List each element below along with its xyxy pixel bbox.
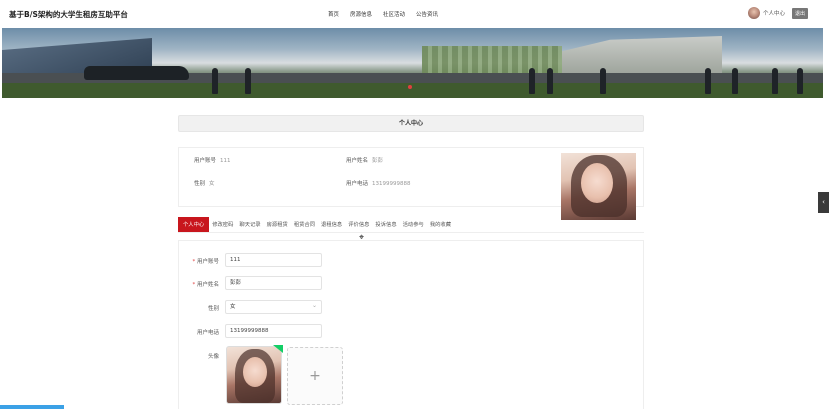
profile-tabs: 个人中心 修改密码 聊天记录 房源租赁 租赁合同 退租信息 评价信息 投诉信息 … xyxy=(178,217,644,233)
banner-grass xyxy=(2,83,823,98)
nav-listings[interactable]: 房源信息 xyxy=(350,10,372,18)
banner-person xyxy=(705,68,711,94)
banner-carousel[interactable] xyxy=(2,28,823,98)
gender-select[interactable]: 女 xyxy=(225,300,322,314)
avatar-preview-face xyxy=(243,357,267,387)
info-account-value: 111 xyxy=(220,158,231,164)
tab-chat-history[interactable]: 聊天记录 xyxy=(236,217,263,232)
banner-person xyxy=(797,68,803,94)
top-navbar: 基于B/S架构的大学生租房互助平台 首页 房源信息 社区活动 公告资讯 个人中心… xyxy=(0,0,829,28)
mouse-cursor-icon: ⌖ xyxy=(359,233,365,243)
gender-field-label: 性别 xyxy=(207,306,219,312)
avatar-field-label: 头像 xyxy=(207,354,219,360)
banner-person xyxy=(529,68,535,94)
account-input[interactable]: 111 xyxy=(225,253,322,267)
avatar[interactable] xyxy=(748,7,760,19)
info-phone-value: 13199999888 xyxy=(372,181,411,187)
tab-favorites[interactable]: 我的收藏 xyxy=(427,217,454,232)
chevron-left-icon[interactable]: ‹ xyxy=(818,192,829,213)
banner-person xyxy=(600,68,606,94)
info-name-label: 用户姓名 xyxy=(346,158,369,164)
avatar-upload-button[interactable]: + xyxy=(287,347,343,405)
user-menu: 个人中心 退出 xyxy=(748,7,809,19)
info-account: 用户账号 111 xyxy=(194,156,231,164)
info-name-value: 彭彭 xyxy=(372,158,384,164)
tab-complaints[interactable]: 投诉信息 xyxy=(372,217,399,232)
loading-strip xyxy=(0,405,64,409)
profile-photo-face xyxy=(581,163,613,203)
name-field-label: * 用户姓名 xyxy=(192,282,219,288)
banner-person xyxy=(732,68,738,94)
main-nav: 首页 房源信息 社区活动 公告资讯 xyxy=(328,10,438,18)
banner-building xyxy=(562,36,722,74)
personal-center-link[interactable]: 个人中心 xyxy=(763,9,785,17)
nav-home[interactable]: 首页 xyxy=(328,10,339,18)
tab-move-out[interactable]: 退租信息 xyxy=(318,217,345,232)
carousel-indicator[interactable] xyxy=(408,85,412,89)
logout-button[interactable]: 退出 xyxy=(792,7,809,19)
site-title[interactable]: 基于B/S架构的大学生租房互助平台 xyxy=(9,9,128,20)
tab-rentals[interactable]: 房源租赁 xyxy=(264,217,291,232)
profile-photo xyxy=(561,153,636,220)
account-field-label: * 用户账号 xyxy=(192,259,219,265)
banner-person xyxy=(772,68,778,94)
phone-input[interactable]: 13199999888 xyxy=(225,324,322,338)
tab-reviews[interactable]: 评价信息 xyxy=(345,217,372,232)
info-gender-value: 女 xyxy=(209,181,215,187)
banner-building xyxy=(422,46,562,76)
tab-change-password[interactable]: 修改密码 xyxy=(209,217,236,232)
info-phone-label: 用户电话 xyxy=(346,181,369,187)
nav-news[interactable]: 公告资讯 xyxy=(416,10,438,18)
info-phone: 用户电话 13199999888 xyxy=(346,179,411,187)
page-title: 个人中心 xyxy=(178,115,644,132)
phone-field-label: 用户电话 xyxy=(196,330,219,336)
info-account-label: 用户账号 xyxy=(194,158,217,164)
banner-person xyxy=(547,68,553,94)
tab-activities[interactable]: 活动参与 xyxy=(400,217,427,232)
info-gender: 性别女 xyxy=(194,179,215,187)
tab-contracts[interactable]: 租赁合同 xyxy=(291,217,318,232)
info-name: 用户姓名 彭彭 xyxy=(346,156,383,164)
avatar-preview[interactable] xyxy=(226,346,282,404)
banner-person xyxy=(212,68,218,94)
info-gender-label: 性别 xyxy=(194,181,206,187)
nav-community[interactable]: 社区活动 xyxy=(383,10,405,18)
banner-person xyxy=(245,68,251,94)
tab-personal-center[interactable]: 个人中心 xyxy=(178,217,210,232)
name-input[interactable]: 彭彭 xyxy=(225,276,322,290)
banner-car xyxy=(84,66,189,80)
